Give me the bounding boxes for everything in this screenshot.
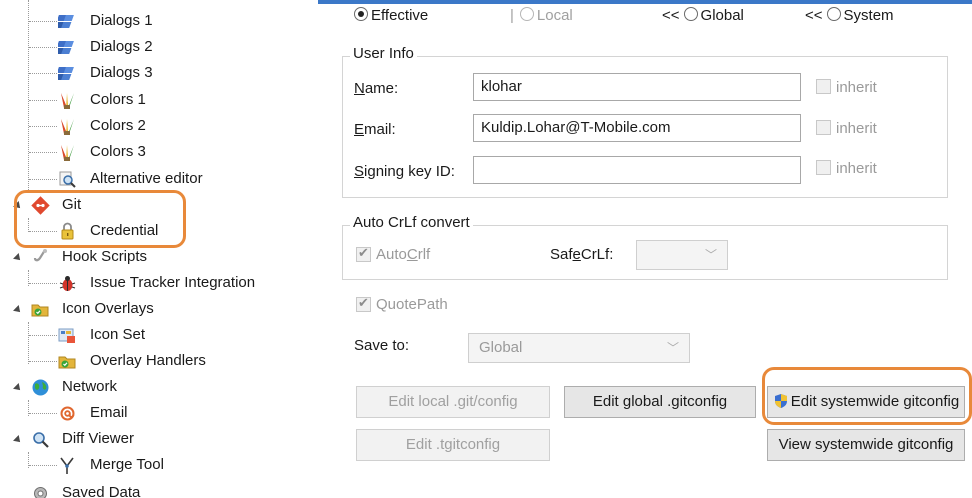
email-inherit-checkbox[interactable] [816, 120, 831, 135]
email-label: Email: [354, 121, 396, 138]
tree-item-label: Email [90, 404, 128, 421]
email-input[interactable]: Kuldip.Lohar@T-Mobile.com [473, 114, 801, 142]
dialogs-icon [58, 15, 74, 28]
hook-icon [33, 249, 47, 262]
icon-set-icon [58, 328, 75, 343]
radio-effective[interactable]: Effective [354, 7, 428, 24]
colors-icon [61, 119, 74, 135]
name-input[interactable]: klohar [473, 73, 801, 101]
magnifier-icon [59, 171, 76, 188]
radio-local[interactable]: | Local [510, 7, 573, 24]
tree-item-label: Saved Data [62, 484, 141, 498]
name-inherit-checkbox[interactable] [816, 79, 831, 94]
collapse-arrow-icon[interactable] [13, 305, 23, 315]
signing-key-input[interactable] [473, 156, 801, 184]
tree-item-icon-set[interactable]: Icon Set [0, 322, 298, 348]
globe-icon [32, 379, 49, 396]
dialogs-icon [58, 41, 74, 54]
chevron-down-icon: ﹀ [704, 248, 717, 262]
tree-item-merge-tool[interactable]: Merge Tool [0, 452, 298, 478]
collapse-arrow-icon[interactable] [13, 383, 23, 393]
user-info-title: User Info [350, 45, 417, 62]
overlay-icon [31, 304, 49, 317]
tree-item-label: Dialogs 3 [90, 64, 153, 81]
overlay-icon [58, 356, 76, 369]
tree-item-label: Dialogs 2 [90, 38, 153, 55]
radio-circle [826, 7, 841, 21]
save-to-select[interactable]: Global ﹀ [468, 333, 690, 363]
magnifier-icon [33, 432, 49, 448]
tree-item-email[interactable]: Email [0, 400, 298, 426]
tree-item-diff-viewer[interactable]: Diff Viewer [0, 426, 298, 452]
auto-crlf-title: Auto CrLf convert [350, 214, 473, 231]
collapse-arrow-icon[interactable] [13, 253, 23, 263]
tree-item-icon-overlays[interactable]: Icon Overlays [0, 296, 298, 322]
tree-item-label: Alternative editor [90, 170, 203, 187]
tree-item-label: Diff Viewer [62, 430, 134, 447]
radio-circle [354, 7, 368, 21]
collapse-arrow-icon[interactable] [13, 435, 23, 445]
bug-icon [59, 276, 76, 291]
gear-icon [34, 487, 47, 498]
save-to-label: Save to: [354, 337, 410, 354]
tree-item-alternative-editor[interactable]: Alternative editor [0, 166, 298, 192]
colors-icon [61, 93, 74, 109]
email-icon [60, 406, 75, 421]
chevron-down-icon: ﹀ [666, 341, 679, 355]
save-to-value: Global [479, 339, 523, 356]
scope-separator: << [662, 7, 680, 24]
autocrlf-checkbox[interactable] [356, 245, 371, 262]
edit-tgitconfig-button[interactable]: Edit .tgitconfig [356, 429, 550, 461]
tree-item-issue-tracker-integration[interactable]: Issue Tracker Integration [0, 270, 298, 296]
tree-item-label: Colors 3 [90, 143, 146, 160]
merge-icon [60, 457, 74, 474]
safecrlf-select[interactable]: ﹀ [636, 240, 728, 270]
tree-item-label: Dialogs 1 [90, 12, 153, 29]
tree-item-label: Overlay Handlers [90, 352, 206, 369]
radio-circle [519, 7, 534, 21]
view-systemwide-gitconfig-button[interactable]: View systemwide gitconfig [767, 429, 965, 461]
git-settings-panel: Effective | Local << Global << System User … [298, 0, 972, 498]
tree-item-dialogs-2[interactable]: Dialogs 2 [0, 34, 298, 60]
tree-item-label: Issue Tracker Integration [90, 274, 256, 291]
tree-item-saved-data[interactable]: Saved Data [0, 480, 298, 498]
tree-item-colors-1[interactable]: Colors 1 [0, 87, 298, 113]
tree-item-label: Icon Set [90, 326, 146, 343]
dialogs-icon [58, 67, 74, 80]
radio-circle [683, 7, 698, 21]
tree-item-label: Merge Tool [90, 456, 164, 473]
edit-global-gitconfig-button[interactable]: Edit global .gitconfig [564, 386, 756, 418]
radio-system[interactable]: << System [805, 7, 894, 24]
scope-separator: | [510, 7, 514, 24]
signing-inherit-label: inherit [836, 160, 877, 177]
scope-separator: << [805, 7, 823, 24]
quotepath-checkbox[interactable] [356, 295, 371, 312]
radio-global[interactable]: << Global [662, 7, 744, 24]
tree-item-label: Icon Overlays [62, 300, 154, 317]
safecrlf-label: SafeCrLf: [550, 246, 614, 263]
colors-icon [61, 145, 74, 161]
edit-local-config-button[interactable]: Edit local .git/config [356, 386, 550, 418]
autocrlf-label: AutoCrlf [376, 246, 431, 263]
quotepath-label: QuotePath [376, 296, 448, 313]
settings-tree[interactable]: Dialogs 1 Dialogs 2 Dialogs 3 Colors 1 C… [0, 0, 299, 498]
window-accent-bar [318, 0, 972, 4]
tree-item-dialogs-3[interactable]: Dialogs 3 [0, 60, 298, 86]
tree-item-overlay-handlers[interactable]: Overlay Handlers [0, 348, 298, 374]
tree-item-label: Colors 1 [90, 91, 146, 108]
tree-item-colors-3[interactable]: Colors 3 [0, 139, 298, 165]
tree-item-dialogs-1[interactable]: Dialogs 1 [0, 8, 298, 34]
email-inherit-label: inherit [836, 120, 877, 137]
name-label: Name: [354, 80, 399, 97]
tree-item-label: Colors 2 [90, 117, 146, 134]
highlight-annotation [762, 367, 972, 425]
tree-item-network[interactable]: Network [0, 374, 298, 400]
name-inherit-label: inherit [836, 79, 877, 96]
signing-inherit-checkbox[interactable] [816, 160, 831, 175]
tree-item-colors-2[interactable]: Colors 2 [0, 113, 298, 139]
signing-key-label: Signing key ID: [354, 163, 455, 180]
tree-item-label: Network [62, 378, 118, 395]
highlight-annotation [14, 190, 186, 248]
